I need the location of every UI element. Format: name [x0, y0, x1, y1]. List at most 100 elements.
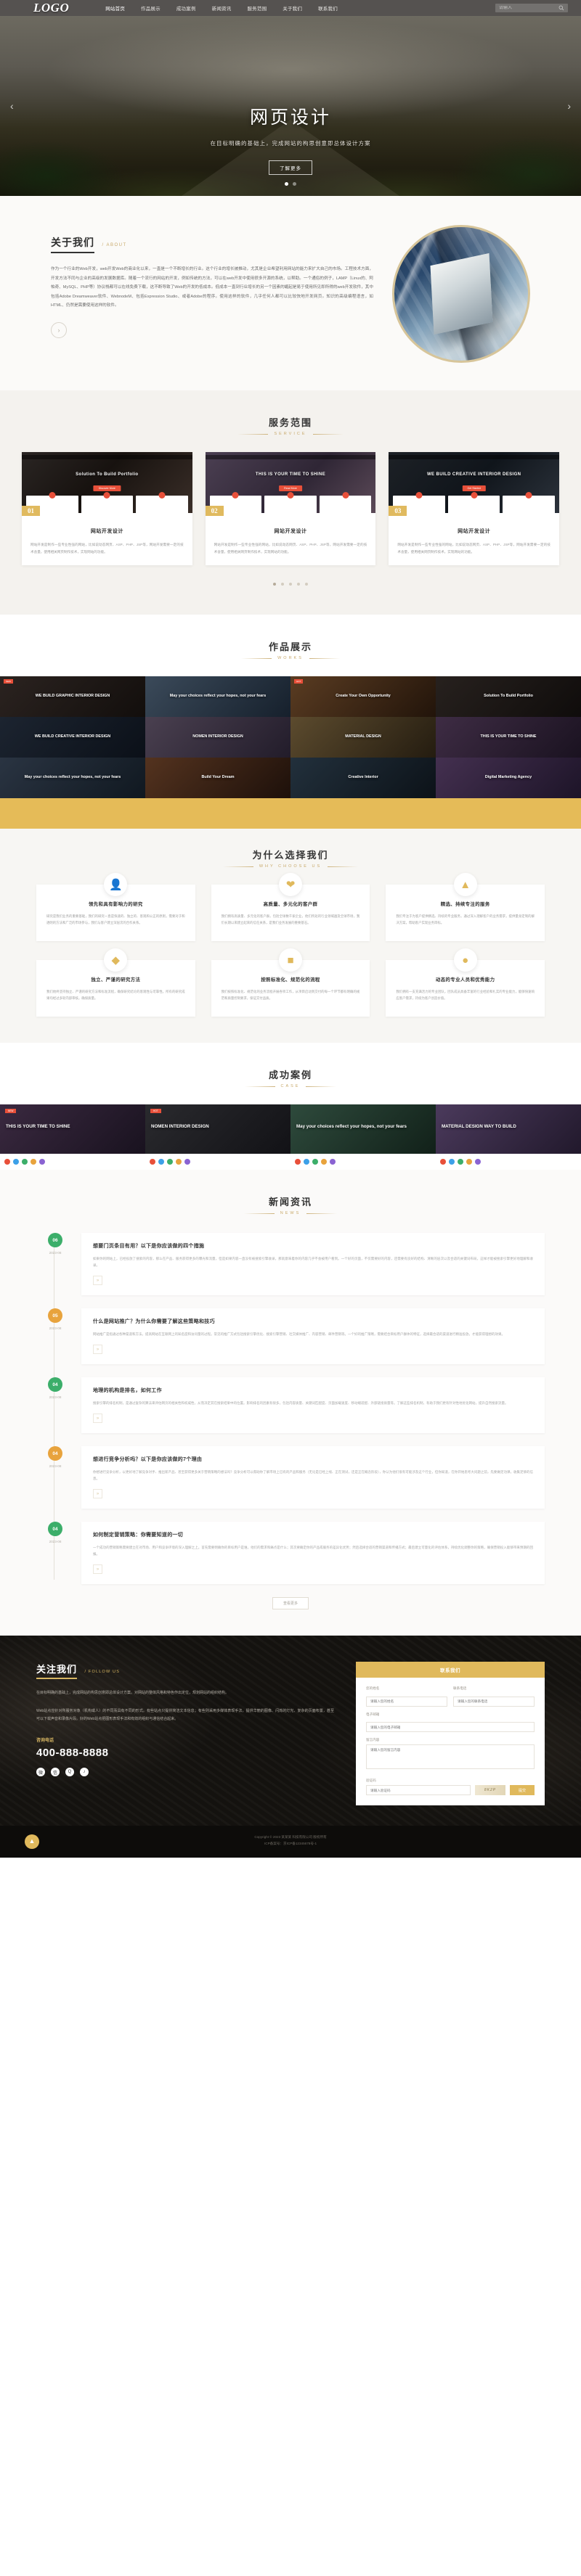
hero-cta-button[interactable]: 了解更多	[269, 160, 312, 175]
news-item-title[interactable]: 什么是网站推广？为什么你需要了解这些策略和技巧	[93, 1318, 533, 1325]
nav-item-home[interactable]: 网站首页	[105, 4, 125, 12]
site-logo[interactable]: LOGO	[33, 1, 69, 15]
service-dot-1[interactable]	[273, 583, 276, 586]
service-pagination-dots[interactable]	[0, 583, 581, 586]
search-input[interactable]	[499, 6, 558, 10]
service-dot-5[interactable]	[305, 583, 308, 586]
service-card-list: Solution To Build Portfolio Discover Mor…	[22, 452, 560, 566]
work-item-caption: Digital Marketing Agency	[484, 775, 532, 780]
name-input[interactable]	[366, 1696, 447, 1707]
news-item-date: 04 2023-08	[36, 1377, 74, 1433]
work-item[interactable]: May your choices reflect your hopes, not…	[145, 676, 290, 718]
captcha-input[interactable]	[366, 1785, 471, 1796]
why-card-title: 动态的专业人员和优秀能力	[435, 977, 495, 983]
hero-prev-arrow[interactable]: ‹	[10, 100, 14, 112]
phone-input[interactable]	[453, 1696, 535, 1707]
captcha-field-label: 验证码	[366, 1779, 376, 1783]
news-item-title[interactable]: 想要门页条目有用？以下是你应该做的四个措施	[93, 1242, 533, 1250]
user-group-icon: 👤	[104, 873, 128, 897]
work-item[interactable]: Creative Interior	[290, 758, 436, 799]
work-item[interactable]: Solution To Build Portfolio	[436, 676, 581, 718]
copyright-line-2[interactable]: ICP备案号：京ICP备12345678号-1	[0, 1841, 581, 1847]
news-item-more-button[interactable]: »	[93, 1276, 102, 1286]
why-card[interactable]: ▲ 精选、持续专注的服务 我们专注于为客户提供精选、持续的专业服务，通过深入理解客户…	[386, 873, 545, 942]
nav-item-works[interactable]: 作品展示	[141, 4, 161, 12]
news-item-title[interactable]: 想进行竞争分析吗？以下是你应该做的7个理由	[93, 1456, 533, 1463]
why-card[interactable]: 👤 领先和具有影响力的研究 研究是我们业务的重要基础，我们的研究一直是快速的、独立的…	[36, 873, 195, 942]
hero-dot-1[interactable]	[285, 182, 288, 186]
hero-dot-2[interactable]	[293, 182, 296, 186]
footer-paragraph-2: Web站点应针对所服务对象（机构或人）的不同而具有不同的形式。有些站点只提供简洁…	[36, 1709, 334, 1722]
why-card[interactable]: ❤ 高质量、多元化的客户群 我们拥有高质量、多元化的客户群，包括全球数千家企业，他们…	[211, 873, 370, 942]
service-card[interactable]: WE BUILD CREATIVE INTERIOR DESIGN Get St…	[389, 452, 560, 566]
nav-item-about[interactable]: 关于我们	[283, 4, 302, 12]
why-card-title: 精选、持续专注的服务	[440, 902, 490, 908]
case-item[interactable]: HOT NOMEN INTERIOR DESIGN	[145, 1104, 290, 1170]
news-list: 06 2023-08 想要门页条目有用？以下是你应该做的四个措施 如果你的网站上，已经…	[36, 1233, 545, 1585]
service-card[interactable]: Solution To Build Portfolio Discover Mor…	[22, 452, 192, 566]
why-card[interactable]: ◆ 独立、严谨的研究方法 我们始终坚持独立、严谨的研究方法和标准流程，确保研究结论的…	[36, 948, 195, 1017]
hero-next-arrow[interactable]: ›	[567, 100, 571, 112]
weibo-icon[interactable]: 微	[36, 1768, 45, 1777]
news-item-more-button[interactable]: »	[93, 1345, 102, 1355]
footer-phone-number: 400-888-8888	[36, 1747, 109, 1760]
cases-title-en: CASE	[0, 1084, 581, 1088]
work-item[interactable]: Digital Marketing Agency	[436, 758, 581, 799]
nav-item-service[interactable]: 服务范围	[247, 4, 267, 12]
shield-check-icon: ▲	[25, 1834, 39, 1849]
case-item[interactable]: May your choices reflect your hopes, not…	[290, 1104, 436, 1170]
news-item[interactable]: 04 2023-08 想进行竞争分析吗？以下是你应该做的7个理由 你想进行竞争分析，以…	[36, 1446, 545, 1509]
news-item-title[interactable]: 如何制定营销策略：你需要知道的一切	[93, 1531, 533, 1538]
news-item[interactable]: 05 2023-08 什么是网站推广？为什么你需要了解这些策略和技巧 网站推广是指通过…	[36, 1308, 545, 1365]
email-input[interactable]	[366, 1722, 535, 1733]
hero-pagination-dots[interactable]	[285, 182, 296, 186]
message-textarea[interactable]	[366, 1744, 535, 1770]
news-item-more-button[interactable]: »	[93, 1489, 102, 1499]
news-item-title[interactable]: 地理的机构是排名，如何工作	[93, 1387, 533, 1394]
why-card-desc: 我们拥有一支充满活力的专业团队，团队成员具备丰富的行业经验和扎实的专业能力，能够…	[396, 990, 535, 1001]
case-item[interactable]: NEW THIS IS YOUR TIME TO SHINE	[0, 1104, 145, 1170]
news-more-button[interactable]: 查看更多	[272, 1597, 309, 1610]
work-item[interactable]: THIS IS YOUR TIME TO SHINE	[436, 717, 581, 758]
phone-field-label: 联系电话	[453, 1686, 467, 1691]
why-card[interactable]: ■ 按照标准化、规范化的流程 我们按照标准化、规范化的业务流程开展各项工作，从项目启…	[211, 948, 370, 1017]
service-dot-3[interactable]	[289, 583, 292, 586]
work-item[interactable]: WE BUILD CREATIVE INTERIOR DESIGN	[0, 717, 145, 758]
nav-item-cases[interactable]: 成功案例	[176, 4, 196, 12]
nav-item-news[interactable]: 新闻资讯	[212, 4, 232, 12]
work-item[interactable]: MATERIAL DESIGN	[290, 717, 436, 758]
submit-button[interactable]: 提交	[509, 1785, 535, 1796]
news-title: 新闻资讯	[268, 1197, 312, 1208]
qq-icon[interactable]: Q	[65, 1768, 74, 1777]
why-card-title: 按照标准化、规范化的流程	[261, 977, 320, 983]
work-item[interactable]: Build Your Dream	[145, 758, 290, 799]
search-icon[interactable]	[558, 5, 564, 11]
news-item[interactable]: 04 2023-08 地理的机构是排名，如何工作 搜索引擎的排名机制，是通过复杂的算法…	[36, 1377, 545, 1434]
news-item-date: 05 2023-08	[36, 1308, 74, 1364]
work-item[interactable]: HOT Create Your Own Opportunity	[290, 676, 436, 718]
service-card-badge: 03	[389, 506, 407, 516]
news-item-yearmonth: 2023-08	[49, 1464, 62, 1469]
heart-hand-icon: ❤	[278, 873, 302, 897]
cases-section: 成功案例 CASE NEW THIS IS YOUR TIME TO SHINE H…	[0, 1043, 581, 1170]
news-item-more-button[interactable]: »	[93, 1414, 102, 1424]
service-dot-2[interactable]	[281, 583, 284, 586]
wechat-icon[interactable]: 信	[51, 1768, 60, 1777]
douyin-icon[interactable]: ♪	[80, 1768, 89, 1777]
work-item[interactable]: NOMEN INTERIOR DESIGN	[145, 717, 290, 758]
captcha-image[interactable]: 8K2P	[474, 1785, 505, 1796]
news-item[interactable]: 06 2023-08 想要门页条目有用？以下是你应该做的四个措施 如果你的网站上，已经…	[36, 1233, 545, 1296]
service-dot-4[interactable]	[297, 583, 300, 586]
why-card[interactable]: ● 动态的专业人员和优秀能力 我们拥有一支充满活力的专业团队，团队成员具备丰富的行业…	[386, 948, 545, 1017]
case-item[interactable]: MATERIAL DESIGN WAY TO BUILD	[436, 1104, 581, 1170]
about-more-button[interactable]: ›	[51, 321, 67, 338]
work-item[interactable]: May your choices reflect your hopes, not…	[0, 758, 145, 799]
search-box[interactable]	[495, 4, 568, 12]
news-item-more-button[interactable]: »	[93, 1564, 102, 1575]
work-item[interactable]: NEW WE BUILD GRAPHIC INTERIOR DESIGN	[0, 676, 145, 718]
nav-item-contact[interactable]: 联系我们	[318, 4, 338, 12]
news-item[interactable]: 04 2023-08 如何制定营销策略：你需要知道的一切 一个成功的营销策略需要建立在…	[36, 1522, 545, 1585]
news-item-yearmonth: 2023-08	[49, 1326, 62, 1331]
shield-icon: ◆	[104, 948, 128, 972]
service-card[interactable]: THIS IS YOUR TIME TO SHINE Read More 02 …	[205, 452, 376, 566]
